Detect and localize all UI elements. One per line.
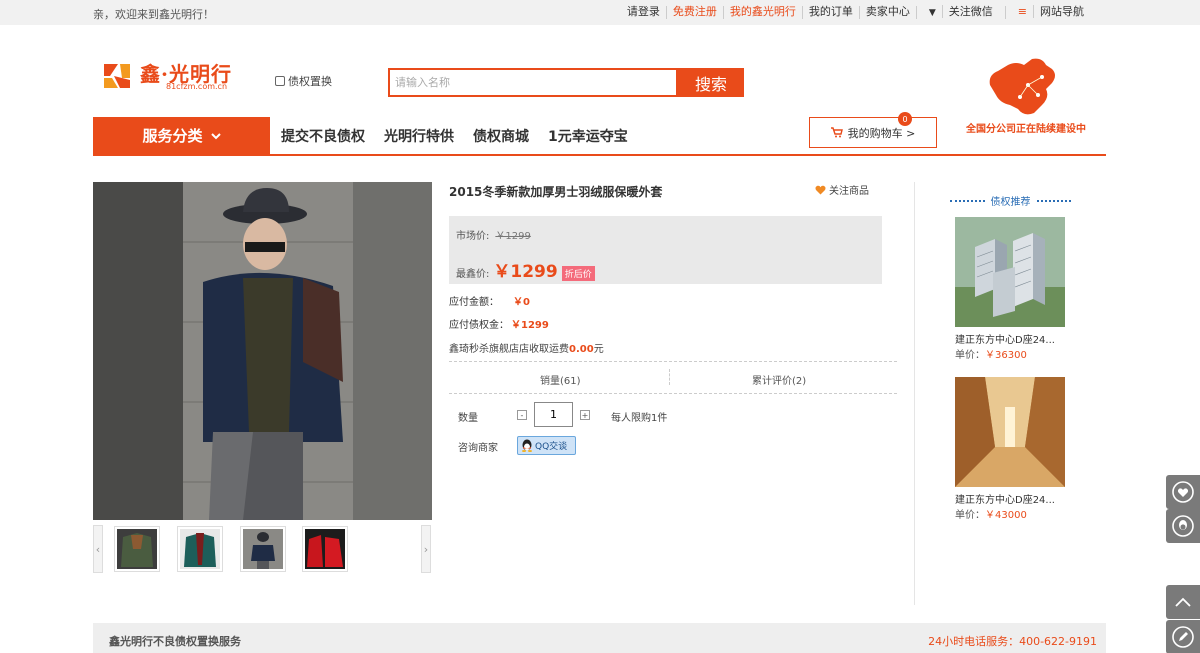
product-photo	[93, 182, 432, 520]
my-account-link[interactable]: 我的鑫光明行	[722, 6, 802, 19]
quantity-label: 数量	[458, 413, 478, 424]
quantity-plus-button[interactable]: +	[580, 410, 590, 420]
favorite-side-button[interactable]	[1166, 475, 1200, 509]
qq-penguin-icon	[522, 439, 532, 452]
product-title: 2015冬季新款加厚男士羽绒服保暖外套	[449, 185, 663, 199]
search-bar: 搜索	[388, 68, 744, 97]
swap-icon	[275, 76, 285, 86]
recommend-image-1[interactable]	[955, 217, 1065, 327]
divider	[449, 361, 897, 362]
qq-penguin-icon	[1172, 515, 1194, 537]
thumb-next-icon[interactable]: ›	[421, 525, 431, 573]
product-main-image[interactable]	[93, 182, 432, 520]
shipping-info: 鑫琦秒杀旗舰店店收取运费0.00元	[449, 344, 604, 355]
payable-debt: 应付债权金： ￥1299	[449, 320, 549, 331]
recommend-price-1: 单价：￥36300	[955, 350, 1027, 361]
cart-count-badge: 0	[898, 112, 912, 126]
cart-button[interactable]: 我的购物车 > 0	[809, 112, 937, 148]
logo-mark-icon	[104, 64, 130, 88]
sales-count: 销量(61)	[540, 376, 581, 387]
qq-chat-button[interactable]: QQ交谈	[517, 436, 576, 455]
back-to-top-button[interactable]	[1166, 585, 1200, 619]
menu-icon: ≡	[1017, 5, 1027, 18]
heart-icon	[815, 185, 826, 194]
quantity-minus-button[interactable]: -	[517, 410, 527, 420]
recommend-image-2[interactable]	[955, 377, 1065, 487]
footer-bar: 鑫光明行不良债权置换服务 24小时电话服务：400-622-9191	[93, 623, 1106, 653]
review-count[interactable]: 累计评价(2)	[752, 372, 806, 387]
divider	[449, 393, 897, 394]
thumb-prev-icon[interactable]: ‹	[93, 525, 103, 573]
best-price: 最鑫价: ￥1299 折后价	[456, 257, 595, 282]
search-input[interactable]	[388, 68, 678, 97]
site-nav-link[interactable]: ≡ 网站导航	[1004, 5, 1096, 19]
feedback-side-button[interactable]	[1166, 620, 1200, 653]
purchase-limit: 每人限购1件	[611, 413, 668, 424]
search-button[interactable]: 搜索	[678, 68, 744, 97]
market-price: 市场价: ￥1299	[456, 231, 531, 242]
welcome-text: 亲，欢迎来到鑫光明行！	[93, 8, 214, 21]
login-link[interactable]: 请登录	[621, 6, 666, 19]
recommend-name-1[interactable]: 建正东方中心D座24...	[955, 331, 1055, 346]
edit-icon	[1172, 626, 1194, 648]
logo-domain: 81cfzm.com.cn	[166, 82, 228, 91]
caret-down-icon: ▼	[928, 8, 936, 18]
footer-hotline: 24小时电话服务：400-622-9191	[928, 635, 1097, 648]
recommend-price-2: 单价：￥43000	[955, 510, 1027, 521]
chevron-up-icon	[1175, 597, 1191, 607]
heart-icon	[1172, 481, 1194, 503]
payable-amount: 应付金额： ￥0	[449, 297, 530, 308]
top-bar: 亲，欢迎来到鑫光明行！ 请登录 免费注册 我的鑫光明行 我的订单 卖家中心 ▼ 关…	[0, 0, 1200, 25]
footer-service-title: 鑫光明行不良债权置换服务	[109, 635, 241, 648]
nav-submit-debt[interactable]: 提交不良债权	[281, 126, 365, 146]
china-map-icon	[989, 58, 1055, 115]
nav-underline	[93, 154, 1106, 156]
wechat-link[interactable]: ▼ 关注微信	[915, 5, 1005, 19]
top-links: 请登录 免费注册 我的鑫光明行 我的订单 卖家中心 ▼ 关注微信 ≡ 网站导航	[621, 5, 1096, 19]
quantity-input[interactable]	[534, 402, 573, 427]
recommend-title: 债权推荐	[950, 193, 1071, 208]
nav-special-supply[interactable]: 光明行特供	[384, 126, 454, 146]
divider	[669, 369, 670, 385]
thumbnail-3[interactable]	[240, 526, 286, 572]
thumbnail-2[interactable]	[177, 526, 223, 572]
thumbnail-strip: ‹ ›	[93, 525, 432, 573]
consult-label: 咨询商家	[458, 443, 498, 454]
thumbnail-1[interactable]	[114, 526, 160, 572]
map-caption: 全国分公司正在陆续建设中	[966, 124, 1086, 135]
cart-icon	[830, 127, 843, 138]
my-orders-link[interactable]: 我的订单	[801, 6, 859, 19]
discount-tag: 折后价	[561, 266, 595, 281]
service-category-menu[interactable]: 服务分类	[93, 117, 270, 154]
recommend-name-2[interactable]: 建正东方中心D座24...	[955, 491, 1055, 506]
nav-debt-mall[interactable]: 债权商城	[473, 126, 529, 146]
qq-side-button[interactable]	[1166, 509, 1200, 543]
column-divider	[914, 182, 915, 605]
price-panel: 市场价: ￥1299 最鑫价: ￥1299 折后价	[449, 216, 882, 284]
main-nav: 提交不良债权 光明行特供 债权商城 1元幸运夺宝	[281, 126, 628, 146]
nav-lucky-draw[interactable]: 1元幸运夺宝	[548, 126, 628, 146]
register-link[interactable]: 免费注册	[665, 6, 723, 19]
thumbnail-4[interactable]	[302, 526, 348, 572]
site-logo[interactable]: 鑫·光明行 81cfzm.com.cn	[100, 58, 240, 94]
chevron-down-icon	[210, 132, 221, 139]
follow-product-button[interactable]: 关注商品	[815, 182, 869, 197]
debt-swap-link[interactable]: 债权置换	[275, 73, 332, 89]
seller-center-link[interactable]: 卖家中心	[858, 6, 916, 19]
